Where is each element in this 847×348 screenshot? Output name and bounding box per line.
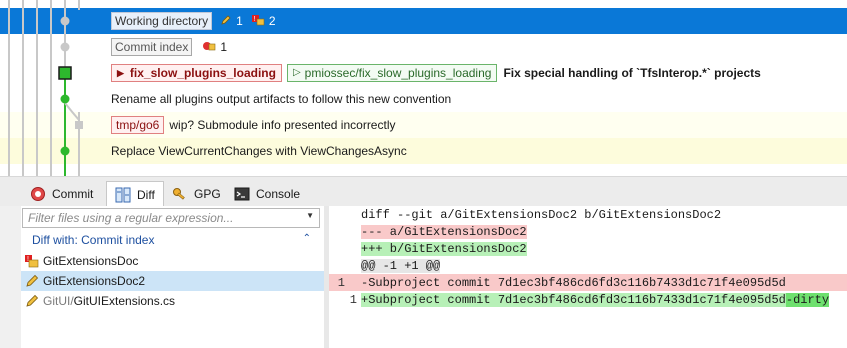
key-icon (172, 186, 188, 202)
revision-row-partial[interactable] (0, 0, 847, 6)
remote-branch-arrow-icon: ▷ (292, 67, 301, 78)
revision-row-head[interactable]: ▶ fix_slow_plugins_loading ▷ pmiossec/fi… (0, 60, 847, 86)
commit-index-label: Commit index (111, 38, 193, 56)
branch-badge[interactable]: tmp/go6 (111, 116, 165, 134)
file-item[interactable]: GitUI/GitUIExtensions.cs (21, 291, 324, 311)
file-filter-input[interactable] (23, 211, 293, 225)
revision-graph (8, 0, 83, 176)
diff-header-line: diff --git a/GitExtensionsDoc2 b/GitExte… (361, 207, 722, 222)
collapse-chevron-icon[interactable]: ⌃ (303, 233, 311, 244)
revision-grid[interactable]: Working directory 1 ! 2 Commit index 1 ▶… (0, 0, 847, 176)
console-icon (234, 186, 250, 202)
submodule-warning-icon: ! (24, 254, 40, 268)
pencil-icon (24, 294, 40, 308)
commit-index-node (60, 42, 70, 52)
tab-diff[interactable]: Diff (106, 181, 164, 208)
dropdown-arrow-icon[interactable]: ▼ (306, 211, 314, 220)
pencil-icon (24, 274, 40, 288)
commit-message: Fix special handling of `TfsInterop.*` p… (503, 66, 761, 80)
svg-text:!: ! (253, 16, 255, 23)
revision-row-working-directory[interactable]: Working directory 1 ! 2 (0, 8, 847, 34)
head-commit-node (58, 66, 72, 80)
local-branch-badge[interactable]: ▶ fix_slow_plugins_loading (111, 64, 282, 82)
diff-added-line: 1 +Subproject commit 7d1ec3bf486cd6fd3c1… (329, 291, 847, 308)
file-filter-combobox[interactable]: ▼ (22, 208, 320, 228)
working-directory-node (60, 16, 70, 26)
commit-icon (30, 186, 46, 202)
staged-count: 1 (202, 40, 227, 55)
revision-row-rename[interactable]: Rename all plugins output artifacts to f… (0, 86, 847, 112)
added-line-content: +Subproject commit 7d1ec3bf486cd6fd3c116… (361, 292, 830, 307)
staged-files-icon (202, 40, 216, 55)
untracked-files-icon: ! (251, 14, 265, 29)
diff-icon (115, 187, 131, 203)
untracked-count: ! 2 (251, 14, 276, 29)
tab-console[interactable]: Console (226, 181, 308, 207)
remote-branch-badge[interactable]: ▷ pmiossec/fix_slow_plugins_loading (286, 64, 498, 82)
current-branch-arrow-icon: ▶ (117, 68, 124, 78)
diff-viewer[interactable]: diff --git a/GitExtensionsDoc2 b/GitExte… (329, 206, 847, 348)
revision-row-replace[interactable]: Replace ViewCurrentChanges with ViewChan… (0, 138, 847, 164)
detail-tab-bar: Commit Diff GPG Console (0, 176, 847, 208)
revision-row-commit-index[interactable]: Commit index 1 (0, 34, 847, 60)
commit-message: Rename all plugins output artifacts to f… (111, 92, 452, 106)
diff-with-group-header[interactable]: Diff with: Commit index ⌃ (22, 231, 316, 249)
diff-header-line: --- a/GitExtensionsDoc2 (361, 224, 527, 239)
commit-message: wip? Submodule info presented incorrectl… (169, 118, 396, 132)
revision-row-wip[interactable]: tmp/go6 wip? Submodule info presented in… (0, 112, 847, 138)
commit-node (75, 121, 83, 129)
pencil-icon (220, 14, 232, 29)
tab-commit[interactable]: Commit (22, 181, 101, 207)
unstaged-count: 1 (220, 14, 243, 29)
file-item-selected[interactable]: GitExtensionsDoc2 (21, 271, 324, 291)
working-directory-label: Working directory (111, 12, 213, 30)
commit-node (60, 94, 70, 104)
commit-node (60, 146, 70, 156)
file-item[interactable]: ! GitExtensionsDoc (21, 251, 324, 271)
diff-removed-line: 1 -Subproject commit 7d1ec3bf486cd6fd3c1… (329, 274, 847, 291)
tab-gpg[interactable]: GPG (164, 181, 229, 207)
new-line-number: 1 (349, 292, 357, 307)
diff-header-line: +++ b/GitExtensionsDoc2 (361, 241, 527, 256)
old-line-number: 1 (337, 275, 345, 290)
commit-message: Replace ViewCurrentChanges with ViewChan… (111, 144, 407, 158)
diff-hunk-header: @@ -1 +1 @@ (361, 258, 441, 273)
